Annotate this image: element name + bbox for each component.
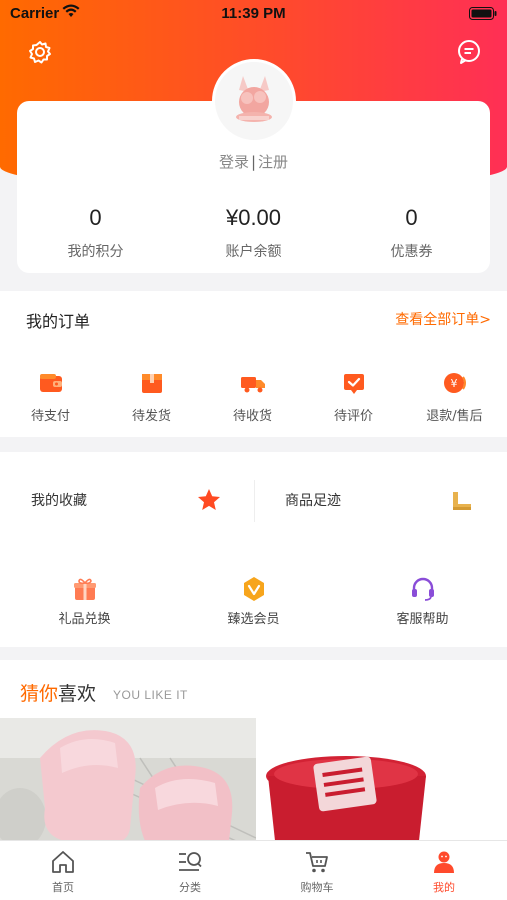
order-status-label: 退款/售后 (426, 409, 483, 424)
title-highlight: 猜你 (20, 683, 59, 705)
stat-label: 优惠券 (390, 244, 433, 260)
view-all-orders-link[interactable]: 查看全部订单> (395, 309, 491, 329)
my-collection-label[interactable]: 我的收藏 (31, 490, 87, 510)
divider (254, 480, 255, 522)
login-link[interactable]: 登录 (219, 153, 249, 171)
service-label: 客服帮助 (396, 612, 449, 627)
product-card-slippers[interactable] (0, 718, 256, 850)
title-rest: 喜欢 (58, 683, 97, 705)
stat-coupons[interactable]: 0 优惠券 (333, 205, 490, 261)
order-status-to-receive[interactable]: 待收货 (202, 371, 303, 424)
order-status-label: 待支付 (30, 409, 70, 424)
service-vip-member[interactable]: 臻选会员 (169, 576, 338, 627)
slippers-image (0, 718, 256, 850)
service-label: 礼品兑换 (58, 612, 111, 627)
orders-title: 我的订单 (26, 312, 91, 331)
stat-balance[interactable]: ¥0.00 账户余额 (175, 205, 332, 261)
clock: 11:39 PM (221, 5, 286, 22)
cart-icon (304, 849, 330, 875)
tab-label: 我的 (433, 881, 455, 894)
recommendations-title: 猜你喜欢 (20, 679, 96, 706)
refund-icon: ¥ (441, 371, 469, 395)
order-status-to-review[interactable]: 待评价 (303, 371, 404, 424)
vip-icon (241, 576, 267, 602)
battery-icon (469, 7, 497, 24)
home-icon (50, 849, 76, 875)
footprint-icon[interactable] (450, 489, 474, 517)
wallet-icon (37, 371, 65, 395)
headset-icon (410, 576, 436, 602)
recommendations-section: 猜你喜欢 YOU LIKE IT (0, 660, 507, 850)
service-label: 臻选会员 (227, 612, 280, 627)
stat-value: ¥0.00 (225, 205, 282, 230)
settings-icon[interactable] (26, 38, 54, 66)
tab-label: 首页 (52, 881, 74, 894)
recommendations-subtitle: YOU LIKE IT (113, 688, 188, 702)
order-status-label: 待发货 (131, 409, 171, 424)
tab-bar: 首页 分类 购物车 我的 (0, 840, 507, 900)
avatar[interactable] (212, 59, 296, 143)
star-icon[interactable] (196, 487, 222, 517)
browse-history-label[interactable]: 商品足迹 (285, 490, 341, 510)
tab-label: 购物车 (300, 881, 334, 894)
package-icon (138, 371, 166, 395)
stat-label: 我的积分 (67, 244, 124, 260)
order-status-refund[interactable]: ¥ 退款/售后 (404, 371, 505, 424)
login-separator: | (250, 153, 257, 171)
stat-value: 0 (405, 205, 418, 230)
order-status-label: 待评价 (333, 409, 373, 424)
favorites-section: 我的收藏 商品足迹 礼品兑换 臻选会员 客服帮助 (0, 452, 507, 647)
message-icon[interactable] (455, 38, 483, 66)
svg-text:¥: ¥ (450, 377, 457, 390)
favorites-row: 我的收藏 商品足迹 (0, 452, 507, 548)
container-image (258, 718, 507, 850)
product-card-container[interactable] (258, 718, 507, 850)
review-icon (340, 371, 368, 395)
order-status-to-ship[interactable]: 待发货 (101, 371, 202, 424)
tab-cart[interactable]: 购物车 (254, 849, 380, 895)
register-link[interactable]: 注册 (258, 153, 288, 171)
tab-home[interactable]: 首页 (0, 849, 126, 895)
tab-category[interactable]: 分类 (127, 849, 253, 895)
order-status-label: 待收货 (232, 409, 272, 424)
tab-label: 分类 (179, 881, 201, 894)
gift-icon (72, 576, 98, 602)
truck-icon (239, 371, 267, 395)
status-bar: Carrier 11:39 PM (0, 0, 507, 28)
category-search-icon (177, 849, 203, 875)
service-customer-help[interactable]: 客服帮助 (338, 576, 507, 627)
stat-value: 0 (89, 205, 102, 230)
tab-mine[interactable]: 我的 (381, 849, 507, 895)
orders-section: 我的订单 查看全部订单> 待支付 待发货 待收货 待评价 ¥ 退款/售后 (0, 291, 507, 437)
user-icon (431, 849, 457, 875)
stat-points[interactable]: 0 我的积分 (17, 205, 174, 261)
stat-label: 账户余额 (225, 244, 282, 260)
service-gift-exchange[interactable]: 礼品兑换 (0, 576, 169, 627)
order-status-pending-payment[interactable]: 待支付 (0, 371, 101, 424)
login-register: 登录 | 注册 (17, 151, 490, 172)
